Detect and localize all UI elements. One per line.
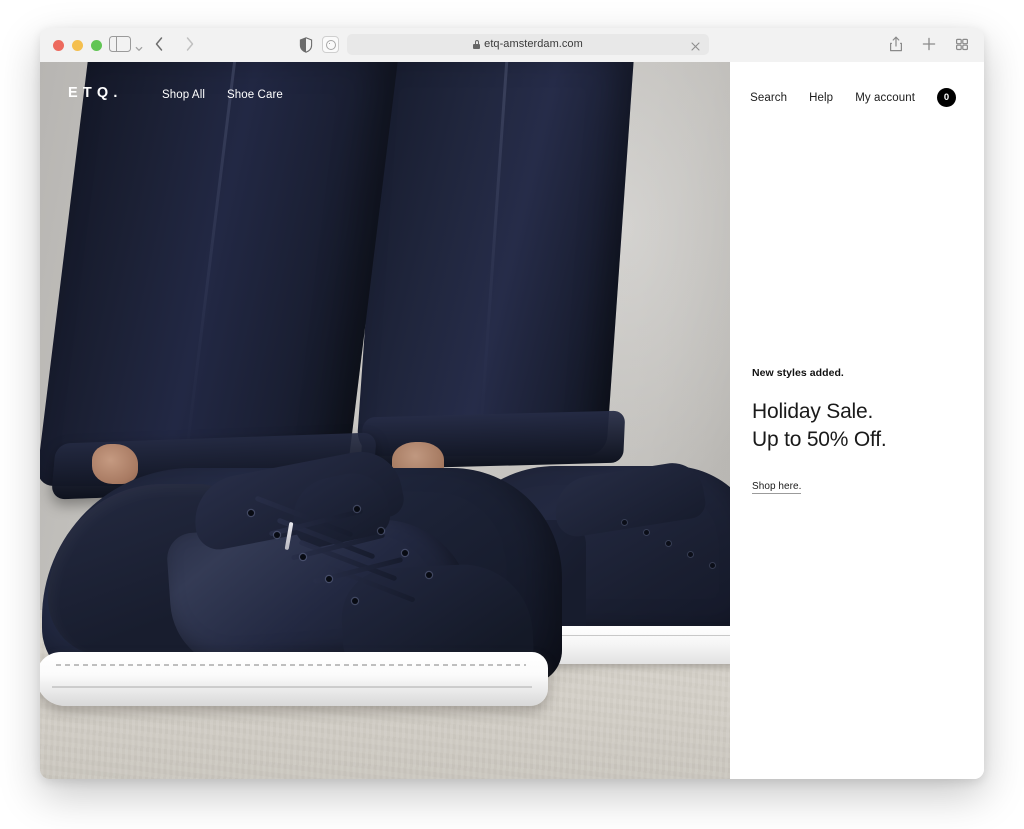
navigation-arrows (152, 33, 197, 55)
shop-here-link[interactable]: Shop here. (752, 480, 802, 494)
hero-image (40, 62, 730, 779)
brand-logo[interactable]: ETQ. (68, 86, 123, 101)
url-text: etq-amsterdam.com (484, 38, 583, 50)
close-window-button[interactable] (53, 40, 64, 51)
maximize-window-button[interactable] (91, 40, 102, 51)
browser-toolbar: etq-amsterdam.com (40, 28, 984, 62)
address-bar-content: etq-amsterdam.com (473, 39, 583, 50)
nav-item-my-account[interactable]: My account (855, 92, 915, 104)
new-tab-icon[interactable] (921, 35, 937, 53)
primary-navigation: Shop All Shoe Care (162, 89, 283, 101)
address-bar[interactable]: etq-amsterdam.com (347, 34, 709, 55)
minimize-window-button[interactable] (72, 40, 83, 51)
share-icon[interactable] (888, 35, 904, 53)
promo-content: New styles added. Holiday Sale. Up to 50… (752, 367, 967, 494)
browser-window: etq-amsterdam.com New styles added. Holi… (40, 28, 984, 779)
promo-headline-line1: Holiday Sale. (752, 399, 874, 423)
lock-icon (473, 40, 481, 49)
screenshot-root: etq-amsterdam.com New styles added. Holi… (0, 0, 1024, 829)
promo-headline: Holiday Sale. Up to 50% Off. (752, 398, 967, 454)
photo-sneaker-front (40, 444, 582, 748)
toolbar-actions (888, 35, 970, 53)
chevron-down-icon[interactable] (135, 40, 143, 51)
reader-view-icon[interactable] (322, 36, 339, 53)
back-button[interactable] (152, 33, 166, 55)
reader-ring (325, 39, 336, 50)
promo-panel: New styles added. Holiday Sale. Up to 50… (730, 62, 984, 779)
nav-item-search[interactable]: Search (750, 92, 787, 104)
tab-overview-icon[interactable] (954, 35, 970, 53)
nav-item-shoe-care[interactable]: Shoe Care (227, 89, 283, 101)
utility-navigation: Search Help My account 0 (750, 88, 956, 107)
sidebar-toggle-icon[interactable] (109, 35, 131, 53)
forward-button[interactable] (183, 33, 197, 55)
nav-item-shop-all[interactable]: Shop All (162, 89, 205, 101)
page-viewport: New styles added. Holiday Sale. Up to 50… (40, 62, 984, 779)
clear-address-icon[interactable] (690, 39, 701, 51)
cart-badge[interactable]: 0 (937, 88, 956, 107)
site-header: ETQ. Shop All Shoe Care Search Help My a… (40, 62, 984, 132)
sneaker-photo (40, 62, 730, 779)
promo-eyebrow: New styles added. (752, 367, 844, 379)
window-controls (53, 40, 102, 51)
nav-item-help[interactable]: Help (809, 92, 833, 104)
promo-headline-line2: Up to 50% Off. (752, 427, 887, 451)
privacy-shield-icon[interactable] (299, 37, 313, 53)
